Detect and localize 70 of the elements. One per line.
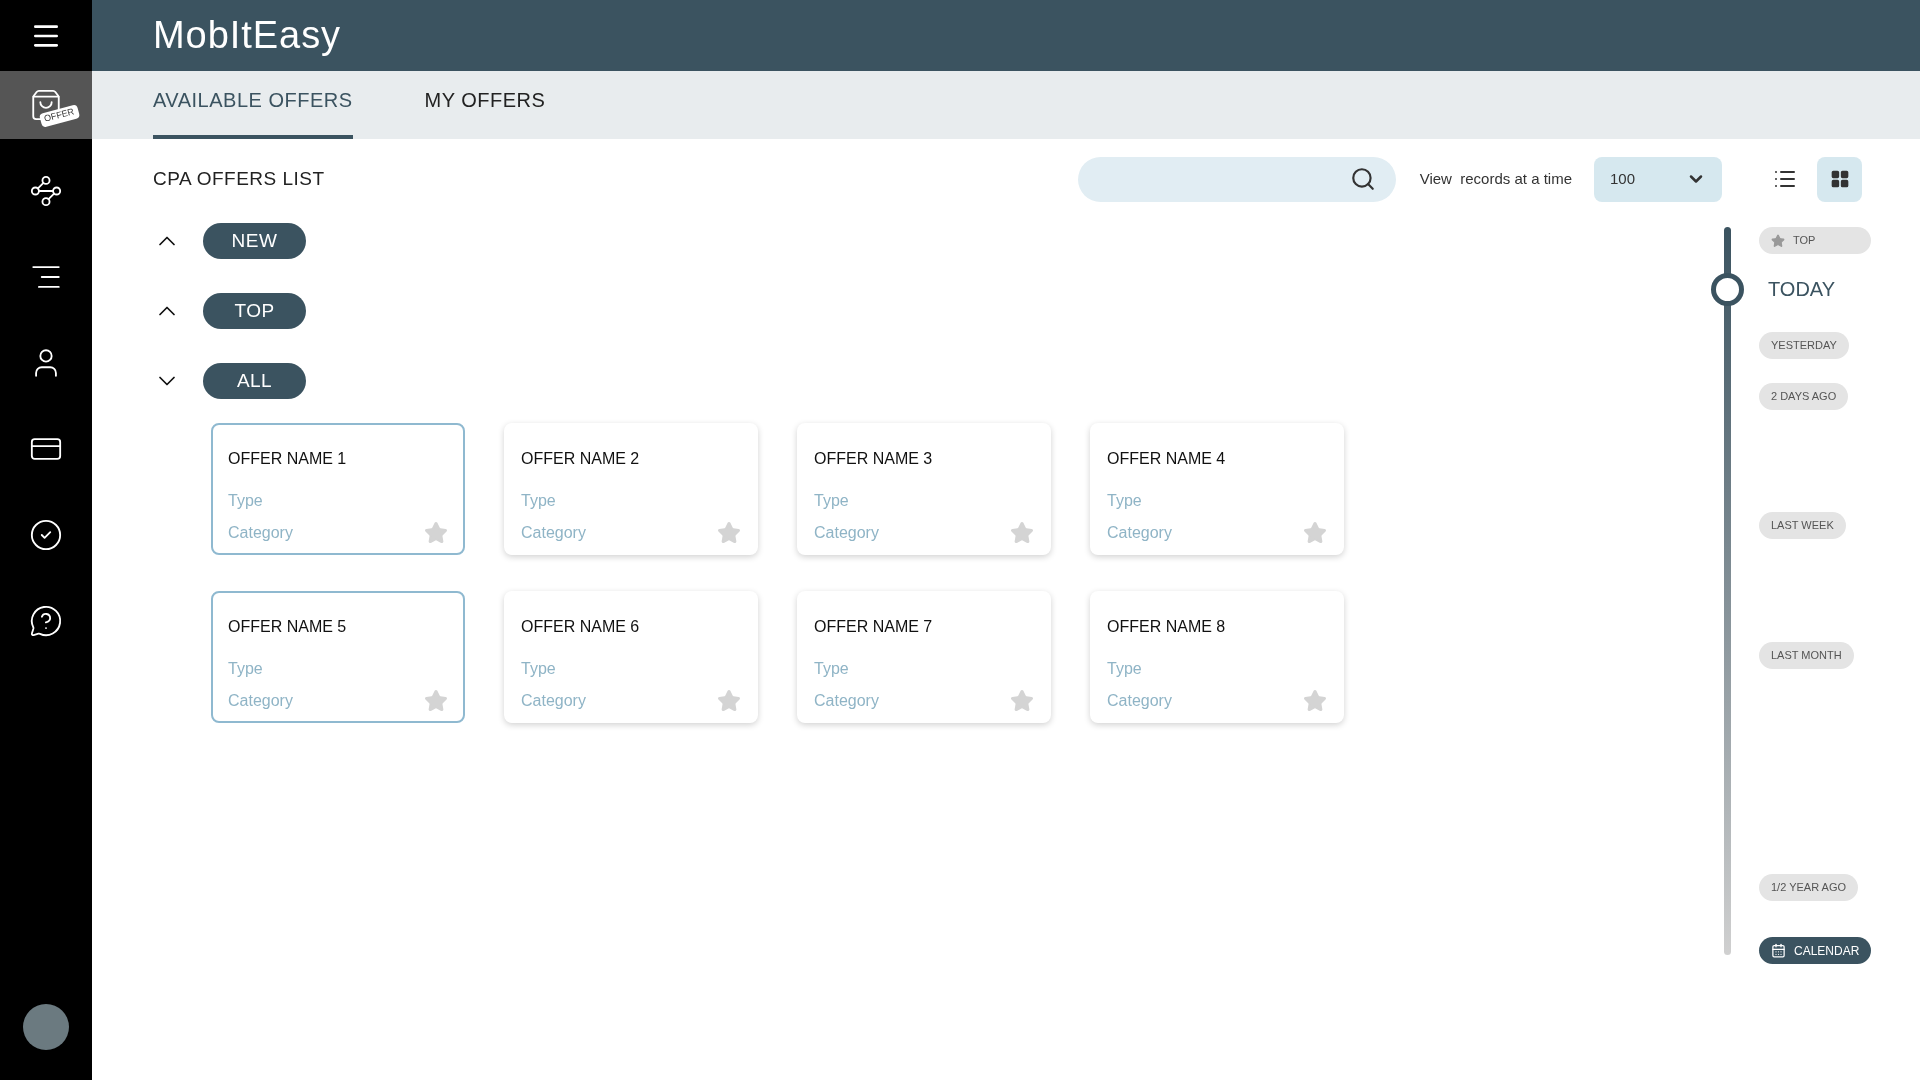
offer-name: OFFER NAME 6	[521, 617, 641, 637]
search-field[interactable]	[1077, 156, 1396, 202]
offer-category: Category	[1107, 523, 1172, 543]
tab[interactable]: AVAILABLE OFFERS	[153, 85, 353, 139]
section-pill[interactable]: NEW	[203, 223, 306, 259]
offer-type: Type	[228, 659, 264, 679]
offer-type: Type	[521, 659, 557, 679]
section-pill[interactable]: ALL	[203, 363, 306, 399]
offer-name: OFFER NAME 5	[228, 617, 348, 637]
offer-category: Category	[814, 523, 879, 543]
offer-name: OFFER NAME 2	[521, 449, 641, 469]
offer-category: Category	[1107, 691, 1172, 711]
tab[interactable]: MY OFFERS	[424, 85, 546, 139]
check-circle-icon	[29, 518, 63, 552]
search-icon	[1349, 166, 1376, 192]
chat-question-icon	[29, 604, 63, 638]
view-label: View records at a time	[1419, 168, 1572, 189]
records-select[interactable]: 100	[1594, 156, 1722, 202]
offer-card[interactable]: OFFER NAME 8 Type Category	[1090, 591, 1344, 723]
offer-type: Type	[228, 491, 264, 511]
avatar[interactable]	[23, 1004, 69, 1050]
period-pill[interactable]: 1/2 YEAR AGO	[1759, 874, 1858, 901]
star-icon	[717, 689, 741, 713]
offer-category: Category	[814, 691, 879, 711]
offer-name: OFFER NAME 7	[814, 617, 934, 637]
grid-view-button[interactable]	[1817, 156, 1862, 202]
calendar-button[interactable]: CALENDAR	[1759, 937, 1872, 964]
period-pill[interactable]: LAST MONTH	[1759, 642, 1854, 669]
offer-name: OFFER NAME 3	[814, 449, 934, 469]
offer-card[interactable]: OFFER NAME 2 Type Category	[504, 423, 758, 555]
offer-name: OFFER NAME 4	[1107, 449, 1227, 469]
star-icon	[424, 521, 448, 545]
timeline-current-label: TODAY	[1768, 277, 1836, 302]
grid-icon	[1829, 169, 1850, 189]
offer-type: Type	[1107, 659, 1143, 679]
star-icon	[1771, 233, 1785, 248]
offer-category: Category	[228, 691, 293, 711]
offer-card[interactable]: OFFER NAME 4 Type Category	[1090, 423, 1344, 555]
offer-card[interactable]: OFFER NAME 5 Type Category	[211, 591, 465, 723]
top-filter-pill[interactable]: TOP	[1759, 227, 1871, 254]
network-icon	[29, 174, 63, 208]
offer-type: Type	[1107, 491, 1143, 511]
offer-type: Type	[521, 491, 557, 511]
star-icon	[1303, 689, 1327, 713]
star-icon	[717, 521, 741, 545]
offer-type: Type	[814, 491, 850, 511]
star-icon	[1010, 689, 1034, 713]
section-pill[interactable]: TOP	[203, 293, 306, 329]
calendar-icon	[1771, 943, 1786, 958]
offer-card[interactable]: OFFER NAME 3 Type Category	[797, 423, 1051, 555]
period-pill[interactable]: LAST WEEK	[1759, 512, 1846, 539]
app-title: MobItEasy	[153, 13, 342, 58]
offer-name: OFFER NAME 8	[1107, 617, 1227, 637]
offer-type: Type	[814, 659, 850, 679]
sidebar-item[interactable]: OFFER	[0, 71, 92, 139]
offer-card[interactable]: OFFER NAME 1 Type Category	[211, 423, 465, 555]
star-icon	[1303, 521, 1327, 545]
star-icon	[1010, 521, 1034, 545]
list-title: CPA OFFERS LIST	[153, 166, 325, 191]
offer-category: Category	[521, 523, 586, 543]
period-pill[interactable]: YESTERDAY	[1759, 332, 1849, 359]
timeline-marker[interactable]	[1711, 272, 1744, 306]
offer-badge: OFFER	[38, 104, 80, 128]
offer-category: Category	[228, 523, 293, 543]
offer-card[interactable]: OFFER NAME 6 Type Category	[504, 591, 758, 723]
offer-name: OFFER NAME 1	[228, 449, 348, 469]
star-icon	[424, 689, 448, 713]
period-pill[interactable]: 2 DAYS AGO	[1759, 383, 1849, 410]
offer-card[interactable]: OFFER NAME 7 Type Category	[797, 591, 1051, 723]
offer-category: Category	[521, 691, 586, 711]
